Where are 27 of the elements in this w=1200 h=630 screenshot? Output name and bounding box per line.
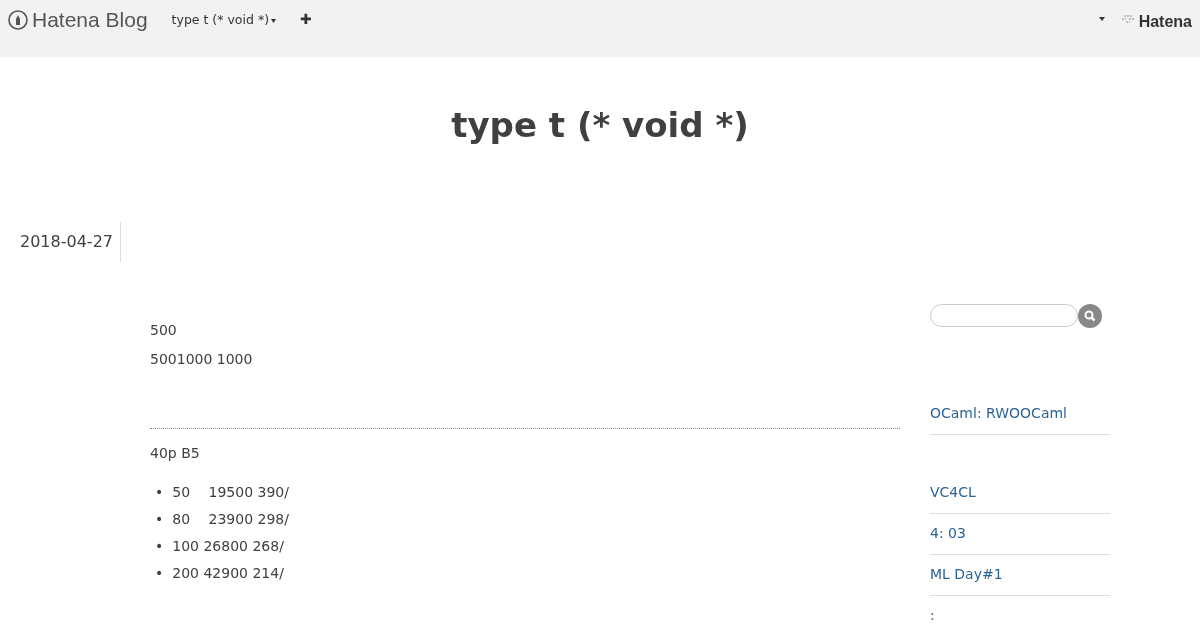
logo-icon[interactable] (8, 9, 28, 30)
bullet-mark: • (155, 482, 164, 502)
bullet-mark: • (155, 509, 164, 529)
paragraph: 40p B5 (150, 443, 201, 463)
list-item: 80 23900 298/ (172, 509, 289, 529)
caret-icon (271, 18, 277, 23)
search-field[interactable] (930, 304, 1078, 328)
bullet-mark: • (155, 536, 164, 556)
sidebar-link[interactable]: ML Day#1 (930, 554, 1110, 596)
caret-icon[interactable] (1098, 17, 1105, 21)
list-item: 50 19500 390/ (172, 482, 289, 502)
sidebar-link[interactable]: 4: 03 (930, 513, 1110, 555)
paragraph: 500 (150, 320, 178, 340)
blog-menu[interactable]: type t (* void *) (171, 12, 270, 27)
sidebar-link[interactable]: VC4CL (930, 472, 1110, 514)
bullet-mark: • (155, 563, 164, 583)
sidebar-link[interactable]: : (930, 595, 1110, 630)
search-icon[interactable] (1078, 303, 1102, 328)
sidebar-link[interactable]: OCaml: RWOOCaml (930, 393, 1110, 435)
list-item: 200 42900 214/ (172, 563, 284, 583)
list-item: 100 26800 268/ (172, 536, 284, 556)
brand-name[interactable]: Hatena Blog (32, 4, 148, 36)
paragraph: 5001000 1000 (150, 349, 254, 369)
add-button[interactable]: ✚ (300, 11, 312, 27)
entry-date: 2018-04-27 (0, 221, 121, 262)
blog-title[interactable]: type t (* void *) (0, 105, 1200, 146)
logo-text[interactable]: Hatena (1138, 10, 1192, 34)
